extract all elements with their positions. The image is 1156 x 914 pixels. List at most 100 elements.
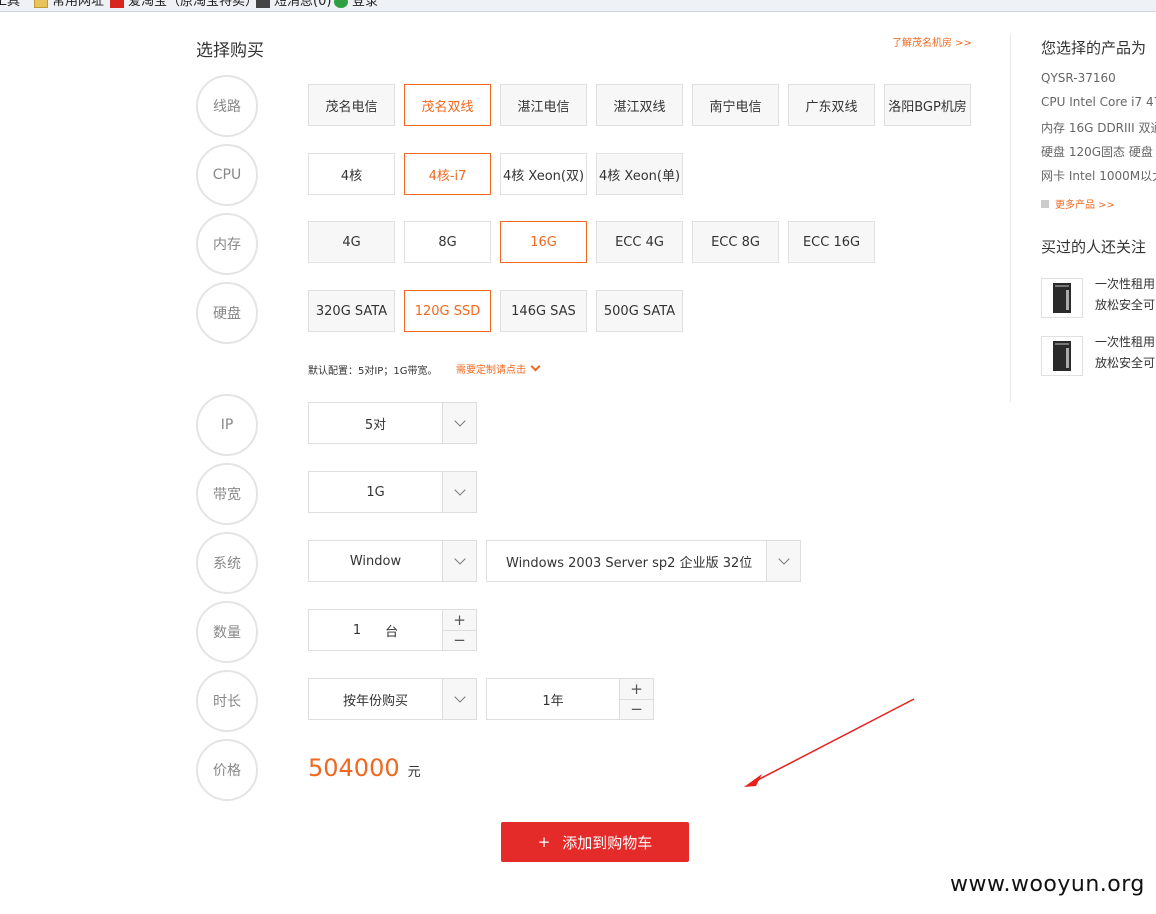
option-disk[interactable]: 146G SAS xyxy=(500,290,587,332)
row-label-memory: 内存 xyxy=(196,213,258,275)
spec-line: 硬盘 120G固态 硬盘 xyxy=(1041,145,1153,159)
option-memory-selected[interactable]: 16G xyxy=(500,221,587,263)
more-products-label: 更多产品 >> xyxy=(1055,200,1115,211)
chevron-down-icon xyxy=(453,414,466,427)
option-memory[interactable]: ECC 4G xyxy=(596,221,683,263)
option-line[interactable]: 洛阳BGP机房 xyxy=(884,84,971,126)
related-product-line: 一次性租用 xyxy=(1095,335,1156,349)
bookmark-item[interactable]: 工具 xyxy=(0,0,20,8)
customize-link-label: 需要定制请点击 xyxy=(456,365,526,376)
grid-icon xyxy=(1041,199,1049,208)
customize-link[interactable]: 需要定制请点击 xyxy=(456,361,541,376)
related-product-line: 放松安全可 xyxy=(1095,356,1156,370)
add-to-cart-button[interactable]: + 添加到购物车 xyxy=(501,822,689,862)
related-product-thumbnail[interactable] xyxy=(1041,336,1083,376)
bookmark-item[interactable]: 登录 xyxy=(334,0,378,8)
bookmark-label: 爱淘宝（原淘宝特卖） xyxy=(128,0,259,9)
option-line[interactable]: 湛江电信 xyxy=(500,84,587,126)
option-cpu[interactable]: 4核 Xeon(双) xyxy=(500,153,587,195)
option-disk[interactable]: 500G SATA xyxy=(596,290,683,332)
option-disk-selected[interactable]: 120G SSD xyxy=(404,290,491,332)
plus-icon: + xyxy=(537,833,551,851)
chevron-down-icon xyxy=(777,552,790,565)
price-value: 504000 xyxy=(308,754,400,782)
duration-mode-select[interactable]: 按年份购买 xyxy=(308,678,477,720)
option-line[interactable]: 茂名电信 xyxy=(308,84,395,126)
option-line-selected[interactable]: 茂名双线 xyxy=(404,84,491,126)
chevron-down-icon xyxy=(453,690,466,703)
chevron-down-icon xyxy=(530,361,541,372)
related-product-text[interactable]: 一次性租用 放松安全可 xyxy=(1095,332,1155,374)
spec-line: 网卡 Intel 1000M以太 xyxy=(1041,169,1156,183)
row-label-bandwidth: 带宽 xyxy=(196,463,258,525)
row-label-disk: 硬盘 xyxy=(196,282,258,344)
option-memory[interactable]: 8G xyxy=(404,221,491,263)
quantity-unit: 台 xyxy=(385,624,399,640)
os-version-select[interactable]: Windows 2003 Server sp2 企业版 32位 xyxy=(486,540,801,582)
os-version-value: Windows 2003 Server sp2 企业版 32位 xyxy=(506,555,753,571)
folder-icon xyxy=(34,0,48,8)
duration-mode-dropdown-button[interactable] xyxy=(442,679,476,719)
bandwidth-select-value: 1G xyxy=(366,484,385,500)
os-version-dropdown-button[interactable] xyxy=(766,541,800,581)
quantity-decrement-button[interactable]: − xyxy=(443,630,476,650)
option-memory[interactable]: ECC 16G xyxy=(788,221,875,263)
os-dropdown-button[interactable] xyxy=(442,541,476,581)
watermark: www.wooyun.org xyxy=(950,872,1145,897)
bandwidth-dropdown-button[interactable] xyxy=(442,472,476,512)
product-id: QYSR-37160 xyxy=(1041,71,1116,85)
bookmark-label: 工具 xyxy=(0,0,21,9)
price-display: 504000 元 xyxy=(308,754,421,782)
server-icon xyxy=(1053,341,1071,371)
bookmark-item[interactable]: 爱淘宝（原淘宝特卖） xyxy=(110,0,258,8)
option-cpu[interactable]: 4核 xyxy=(308,153,395,195)
duration-value[interactable]: 1年 xyxy=(487,679,619,719)
bookmark-item[interactable]: 短消息(0) xyxy=(256,0,331,8)
duration-stepper[interactable]: 1年 + − xyxy=(486,678,654,720)
ip-select[interactable]: 5对 xyxy=(308,402,477,444)
related-product-thumbnail[interactable] xyxy=(1041,278,1083,318)
spec-line: 内存 16G DDRIII 双通 xyxy=(1041,121,1156,135)
os-select[interactable]: Window xyxy=(308,540,477,582)
bandwidth-select[interactable]: 1G xyxy=(308,471,477,513)
price-unit: 元 xyxy=(407,765,421,780)
taobao-icon xyxy=(110,0,124,8)
bookmark-label: 短消息(0) xyxy=(274,0,332,9)
row-label-cpu: CPU xyxy=(196,144,258,206)
row-label-price: 价格 xyxy=(196,739,258,801)
message-icon xyxy=(256,0,270,8)
option-cpu[interactable]: 4核 Xeon(单) xyxy=(596,153,683,195)
option-memory[interactable]: ECC 8G xyxy=(692,221,779,263)
option-line[interactable]: 南宁电信 xyxy=(692,84,779,126)
server-icon xyxy=(1053,283,1071,313)
option-cpu-selected[interactable]: 4核-i7 xyxy=(404,153,491,195)
sidebar-title: 您选择的产品为 xyxy=(1041,39,1147,57)
related-product-line: 一次性租用 xyxy=(1095,277,1156,291)
bookmark-label: 常用网址 xyxy=(52,0,105,9)
related-product-text[interactable]: 一次性租用 放松安全可 xyxy=(1095,274,1155,316)
row-label-ip: IP xyxy=(196,394,258,456)
row-label-line: 线路 xyxy=(196,75,258,137)
default-config-note: 默认配置：5对IP；1G带宽。 xyxy=(308,366,438,377)
related-product-line: 放松安全可 xyxy=(1095,298,1156,312)
duration-increment-button[interactable]: + xyxy=(620,679,653,700)
row-label-system: 系统 xyxy=(196,532,258,594)
quantity-increment-button[interactable]: + xyxy=(443,610,476,631)
ip-dropdown-button[interactable] xyxy=(442,403,476,443)
option-disk[interactable]: 320G SATA xyxy=(308,290,395,332)
option-line[interactable]: 广东双线 xyxy=(788,84,875,126)
quantity-stepper[interactable]: 1 台 + − xyxy=(308,609,477,651)
login-icon xyxy=(334,0,348,8)
bookmarks-bar: 工具 常用网址 爱淘宝（原淘宝特卖） 短消息(0) 登录 xyxy=(0,0,1156,12)
option-memory[interactable]: 4G xyxy=(308,221,395,263)
spec-line: CPU Intel Core i7 47 xyxy=(1041,95,1156,109)
bookmark-item[interactable]: 常用网址 xyxy=(34,0,104,8)
related-title: 买过的人还关注 xyxy=(1041,238,1147,256)
row-label-quantity: 数量 xyxy=(196,601,258,663)
datacenter-info-link[interactable]: 了解茂名机房 >> xyxy=(892,34,972,49)
option-line[interactable]: 湛江双线 xyxy=(596,84,683,126)
more-products-link[interactable]: 更多产品 >> xyxy=(1041,196,1115,211)
quantity-value[interactable]: 1 台 xyxy=(309,610,442,650)
duration-decrement-button[interactable]: − xyxy=(620,699,653,719)
chevron-down-icon xyxy=(453,483,466,496)
